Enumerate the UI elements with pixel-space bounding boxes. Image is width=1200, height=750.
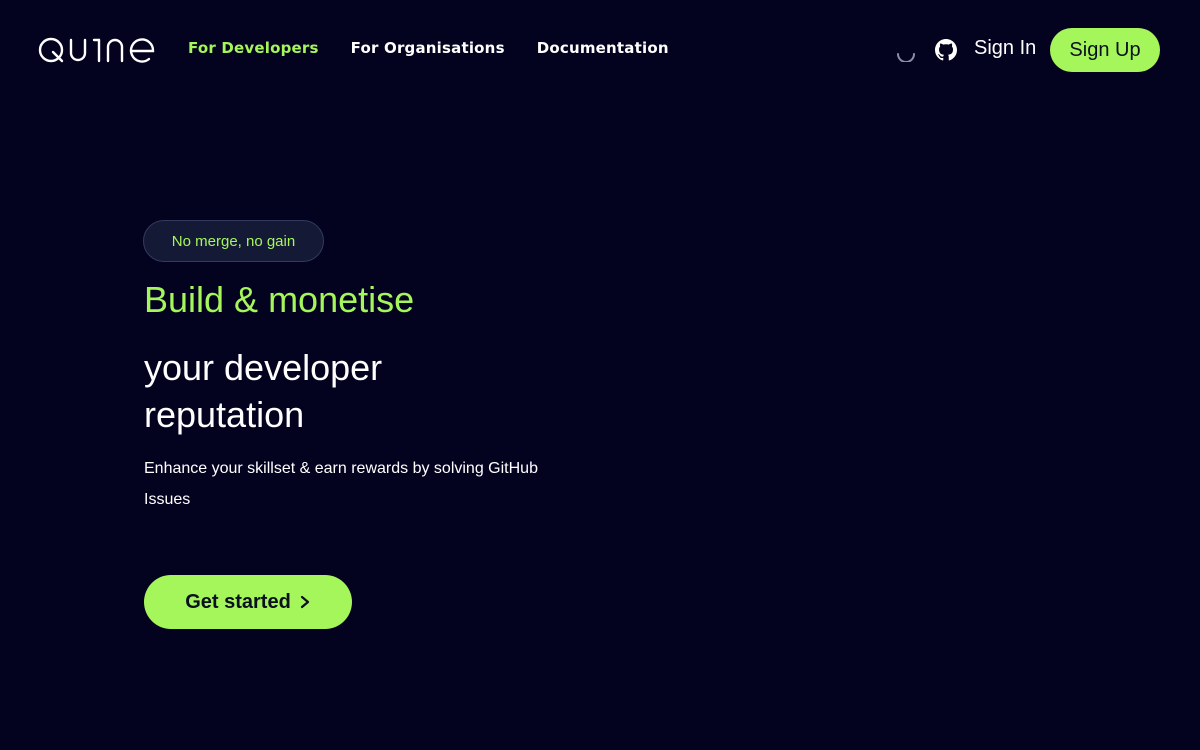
sign-in-link[interactable]: Sign In [974,37,1036,60]
get-started-label: Get started [185,590,291,613]
landing-page: For Developers For Organisations Documen… [0,0,1200,750]
nav-documentation[interactable]: Documentation [537,39,669,57]
top-navigation-bar: For Developers For Organisations Documen… [0,0,1200,100]
nav-for-developers[interactable]: For Developers [188,39,319,57]
hero-description: Enhance your skillset & earn rewards by … [144,460,538,508]
sign-up-button[interactable]: Sign Up [1050,28,1160,72]
hero-title: Build & monetise [144,279,415,320]
hero-subtitle: your developer reputation [144,347,383,435]
get-started-button[interactable]: Get started [144,575,352,629]
quine-logo[interactable] [38,34,156,66]
spinner-icon [897,53,915,62]
tagline-badge: No merge, no gain [143,220,324,262]
chevron-right-icon [300,595,309,609]
github-icon[interactable] [935,39,957,61]
nav-for-organisations[interactable]: For Organisations [351,39,505,57]
main-nav: For Developers For Organisations Documen… [188,39,669,57]
